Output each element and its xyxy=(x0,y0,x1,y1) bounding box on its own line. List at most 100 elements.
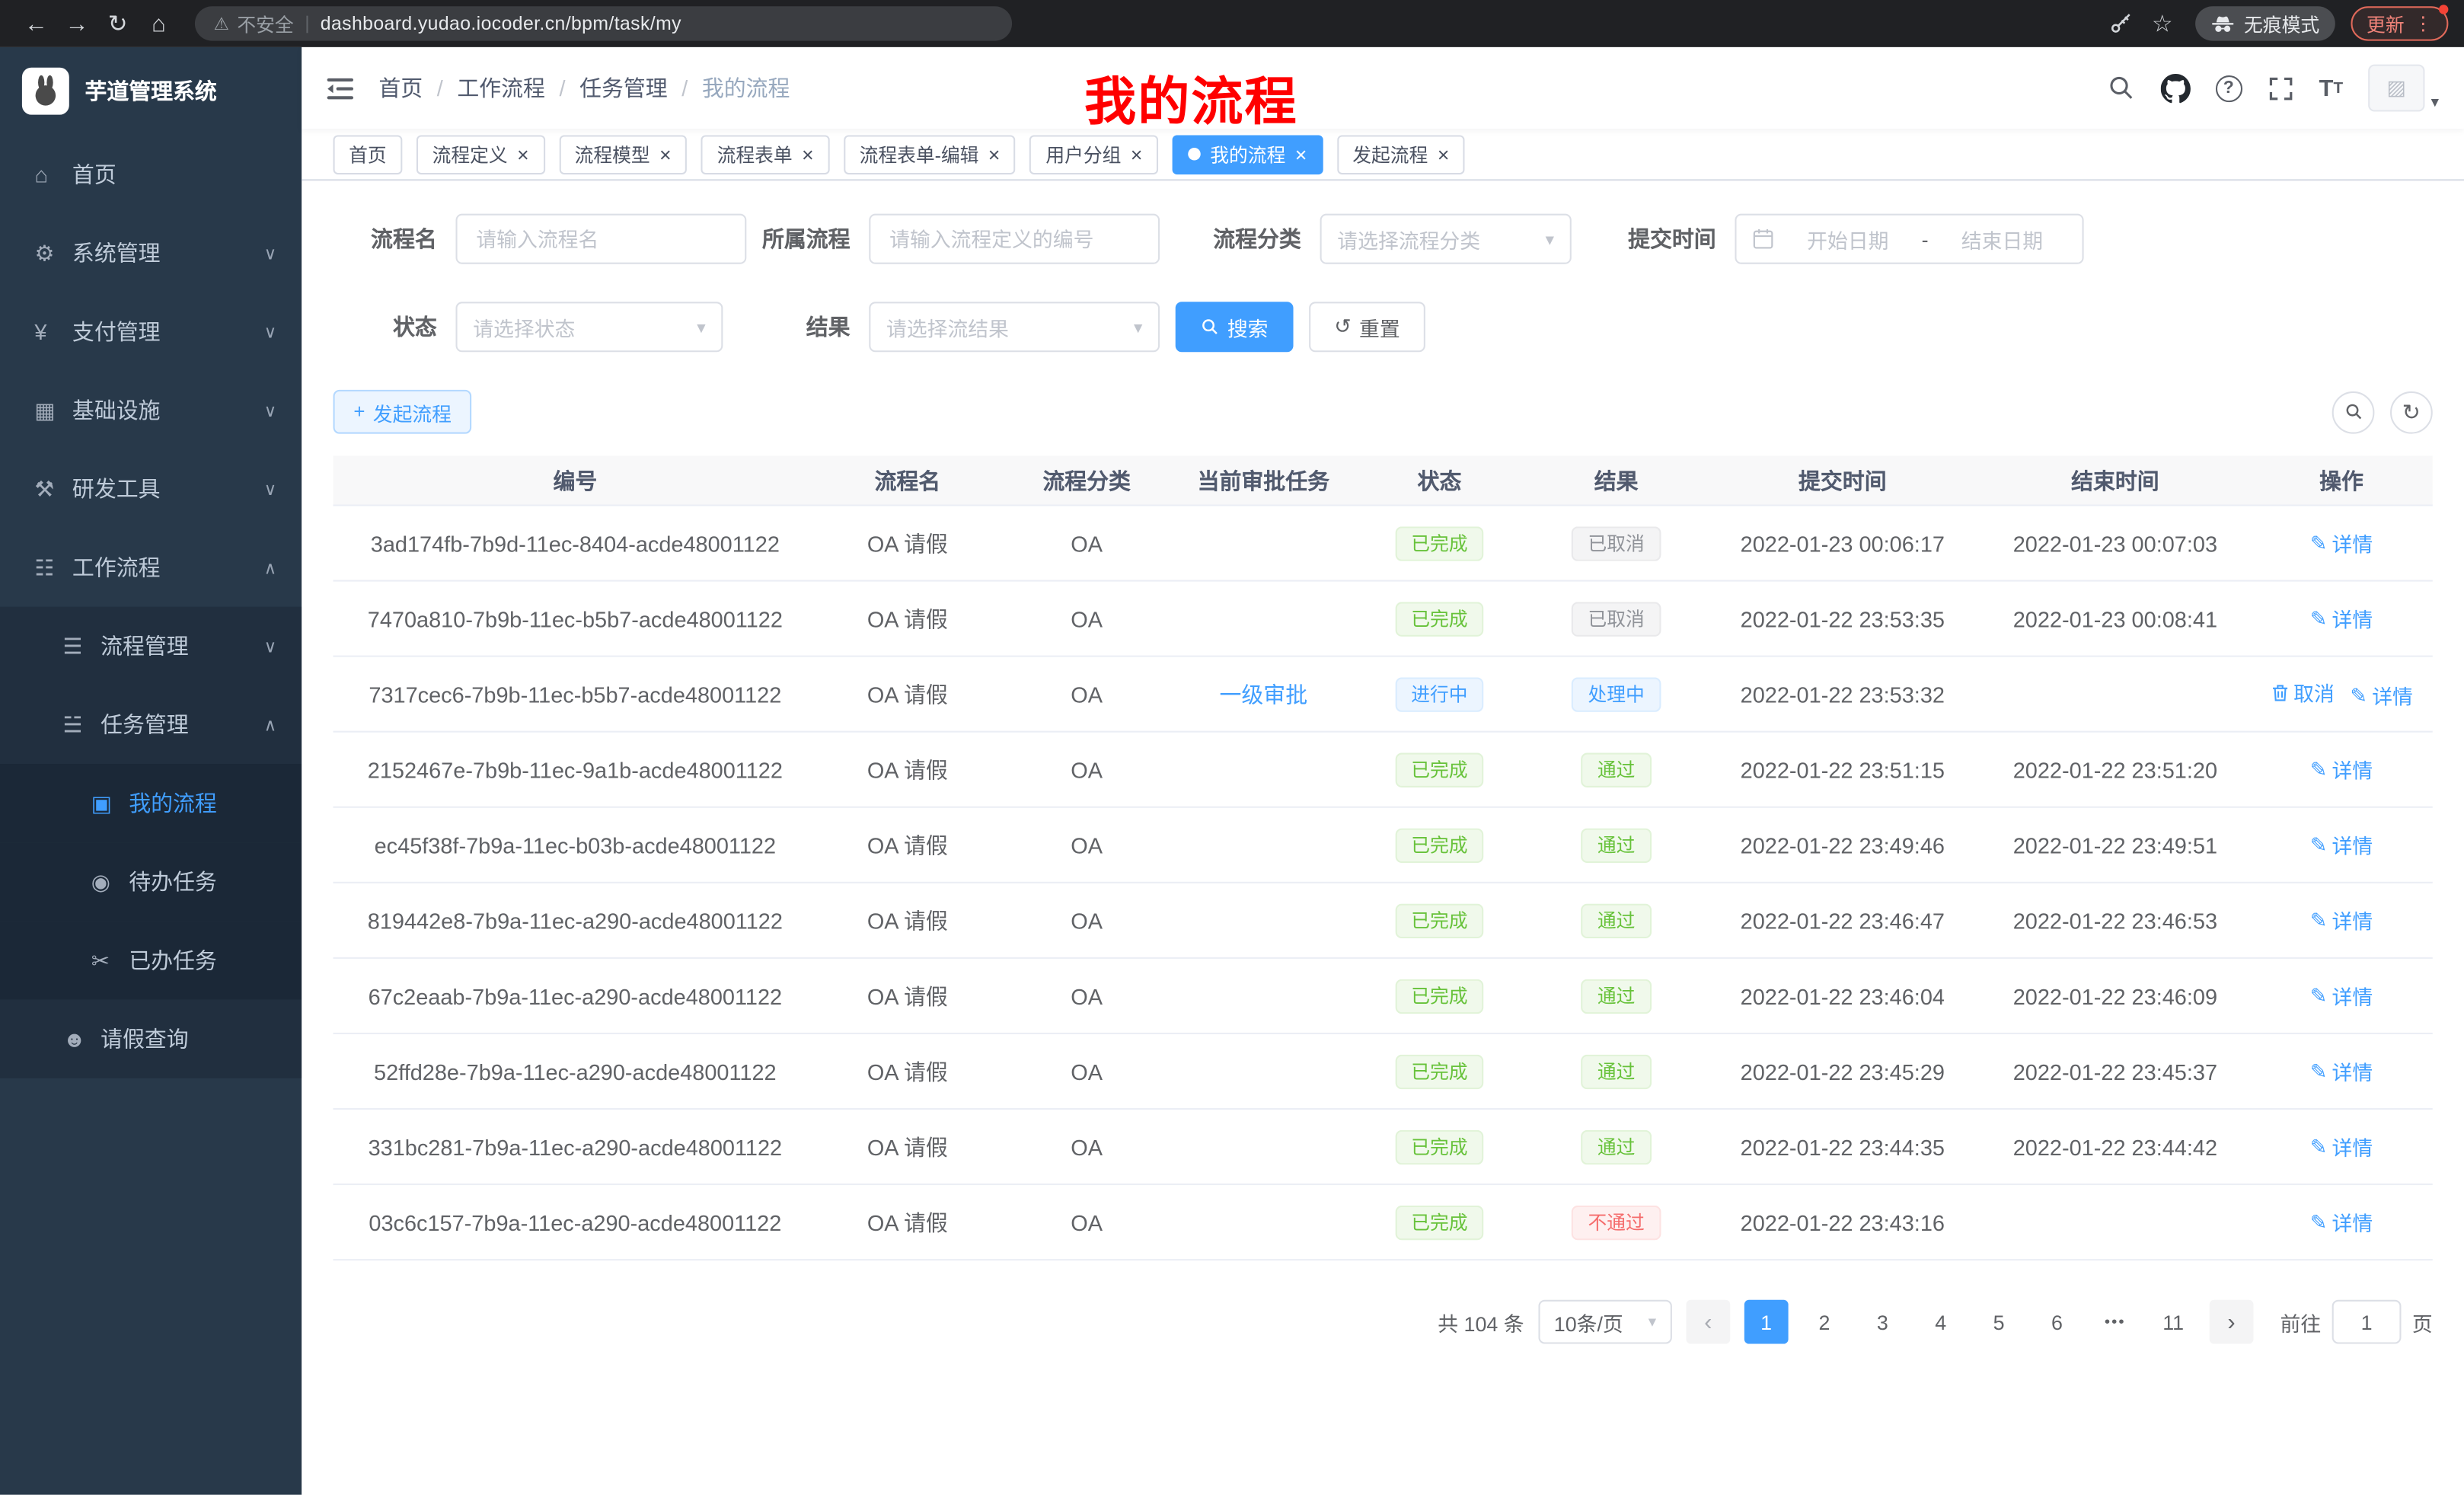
sidebar-item-payment[interactable]: ¥支付管理∨ xyxy=(0,292,302,371)
fullscreen-icon[interactable] xyxy=(2267,75,2293,101)
key-icon[interactable] xyxy=(2101,3,2142,44)
tab-process-definition[interactable]: 流程定义× xyxy=(417,134,544,174)
sidebar-item-system[interactable]: ⚙系统管理∨ xyxy=(0,214,302,292)
cell-category: OA xyxy=(998,757,1176,782)
process-name-input[interactable] xyxy=(456,214,747,264)
breadcrumb-item[interactable]: 工作流程 xyxy=(457,75,545,101)
status-badge: 已完成 xyxy=(1396,752,1484,787)
cell-result: 已取消 xyxy=(1527,601,1705,635)
reset-button[interactable]: ↺ 重置 xyxy=(1309,302,1425,352)
sidebar-item-todo-task[interactable]: ◉待办任务 xyxy=(0,842,302,921)
refresh-button[interactable]: ↻ xyxy=(2390,391,2433,433)
detail-action[interactable]: ✎详情 xyxy=(2310,1132,2373,1161)
browser-home-icon[interactable]: ⌂ xyxy=(139,3,180,44)
sidebar-item-devtools[interactable]: ⚒研发工具∨ xyxy=(0,449,302,528)
detail-action[interactable]: ✎详情 xyxy=(2310,755,2373,784)
tab-process-form-edit[interactable]: 流程表单-编辑 × xyxy=(844,134,1016,174)
goto-page-input[interactable] xyxy=(2332,1300,2402,1344)
page-button-1[interactable]: 1 xyxy=(1744,1300,1789,1344)
date-end-placeholder: 结束日期 xyxy=(1938,224,2067,254)
update-label: 更新 xyxy=(2367,10,2405,37)
cancel-action[interactable]: 取消 xyxy=(2270,677,2335,707)
tab-label: 流程表单-编辑 xyxy=(860,141,979,168)
page-button-11[interactable]: 11 xyxy=(2151,1300,2195,1344)
sidebar-item-infrastructure[interactable]: ▦基础设施∨ xyxy=(0,371,302,449)
tab-label: 首页 xyxy=(349,141,387,168)
github-icon[interactable] xyxy=(2160,73,2190,103)
breadcrumb-item[interactable]: 首页 xyxy=(378,75,423,101)
update-browser-button[interactable]: 更新 ⋮ xyxy=(2351,6,2448,40)
table-row: 3ad174fb-7b9d-11ec-8404-acde48001122OA 请… xyxy=(334,506,2433,582)
search-toggle-button[interactable] xyxy=(2332,391,2375,433)
sidebar-item-home[interactable]: ⌂首页 xyxy=(0,135,302,213)
cell-actions: ✎详情 xyxy=(2250,906,2432,935)
detail-action[interactable]: ✎详情 xyxy=(2310,528,2373,557)
detail-action[interactable]: ✎详情 xyxy=(2310,906,2373,935)
close-tab-icon[interactable]: × xyxy=(517,144,529,165)
page-size-select[interactable]: 10条/页 ▾ xyxy=(1538,1300,1672,1344)
close-tab-icon[interactable]: × xyxy=(1438,144,1450,165)
page-button-3[interactable]: 3 xyxy=(1860,1300,1904,1344)
detail-action[interactable]: ✎详情 xyxy=(2310,981,2373,1011)
reload-icon[interactable]: ↻ xyxy=(97,3,139,44)
next-page-button[interactable]: › xyxy=(2210,1300,2254,1344)
page-button-2[interactable]: 2 xyxy=(1802,1300,1846,1344)
tab-process-model[interactable]: 流程模型× xyxy=(559,134,687,174)
create-process-button[interactable]: + 发起流程 xyxy=(334,390,472,434)
sidebar-item-process-manage[interactable]: ☰流程管理∨ xyxy=(0,607,302,685)
forward-icon[interactable]: → xyxy=(56,3,97,44)
app-logo-row[interactable]: 芋道管理系统 xyxy=(0,47,302,136)
breadcrumb-item[interactable]: 任务管理 xyxy=(579,75,668,101)
close-tab-icon[interactable]: × xyxy=(1131,144,1143,165)
filter-result: 结果 请选择流结果 ▾ xyxy=(762,302,1160,352)
tab-user-group[interactable]: 用户分组× xyxy=(1030,134,1158,174)
sidebar-item-task-manage[interactable]: ☱任务管理∧ xyxy=(0,685,302,764)
sidebar-item-done-task[interactable]: ✂已办任务 xyxy=(0,921,302,999)
tab-start-process[interactable]: 发起流程× xyxy=(1337,134,1465,174)
back-icon[interactable]: ← xyxy=(16,3,57,44)
detail-action[interactable]: ✎详情 xyxy=(2310,830,2373,860)
close-tab-icon[interactable]: × xyxy=(988,144,1001,165)
table-row: 7317cec6-7b9b-11ec-b5b7-acde48001122OA 请… xyxy=(334,657,2433,733)
bookmark-star-icon[interactable]: ☆ xyxy=(2142,3,2183,44)
menu-dots-icon[interactable]: ⋮ xyxy=(2414,13,2433,35)
process-definition-input[interactable] xyxy=(869,214,1160,264)
close-tab-icon[interactable]: × xyxy=(1295,144,1307,165)
help-icon[interactable]: ? xyxy=(2215,75,2242,101)
detail-action[interactable]: ✎详情 xyxy=(2310,1056,2373,1086)
sidebar-item-workflow[interactable]: ☷工作流程∧ xyxy=(0,528,302,606)
detail-action[interactable]: ✎详情 xyxy=(2310,603,2373,633)
prev-page-button[interactable]: ‹ xyxy=(1686,1300,1730,1344)
task-link[interactable]: 一级审批 xyxy=(1220,679,1308,710)
page-button-4[interactable]: 4 xyxy=(1919,1300,1963,1344)
tab-my-process[interactable]: 我的流程× xyxy=(1173,134,1323,174)
workflow-icon: ☷ xyxy=(34,554,72,580)
detail-action[interactable]: ✎详情 xyxy=(2310,1207,2373,1237)
detail-action[interactable]: ✎详情 xyxy=(2351,681,2413,711)
close-tab-icon[interactable]: × xyxy=(659,144,672,165)
column-header: 操作 xyxy=(2250,465,2432,496)
table-tools: ↻ xyxy=(2332,391,2433,433)
more-pages[interactable]: ••• xyxy=(2093,1300,2137,1344)
sidebar-toggle-icon[interactable] xyxy=(327,76,353,100)
address-bar[interactable]: ⚠ 不安全 dashboard.yudao.iocoder.cn/bpm/tas… xyxy=(195,6,1012,40)
sidebar-item-my-process[interactable]: ▣我的流程 xyxy=(0,764,302,842)
tab-process-form[interactable]: 流程表单× xyxy=(701,134,829,174)
search-icon[interactable] xyxy=(2107,74,2135,102)
sidebar-item-label: 系统管理 xyxy=(72,238,161,269)
page-button-5[interactable]: 5 xyxy=(1977,1300,2021,1344)
status-select[interactable]: 请选择状态 ▾ xyxy=(456,302,723,352)
user-avatar[interactable]: ▨ ▾ xyxy=(2368,65,2439,112)
cell-id: 331bc281-7b9a-11ec-a290-acde48001122 xyxy=(334,1134,818,1159)
search-button[interactable]: 搜索 xyxy=(1176,302,1294,352)
sidebar-item-leave-query[interactable]: ☻请假查询 xyxy=(0,1000,302,1078)
close-tab-icon[interactable]: × xyxy=(802,144,814,165)
tab-home[interactable]: 首页 xyxy=(334,134,403,174)
font-size-icon[interactable]: TT xyxy=(2319,75,2344,101)
edit-icon: ✎ xyxy=(2310,983,2328,1008)
status-badge: 已完成 xyxy=(1396,903,1484,938)
date-range-picker[interactable]: 开始日期 - 结束日期 xyxy=(1735,214,2083,264)
category-select[interactable]: 请选择流程分类 ▾ xyxy=(1320,214,1572,264)
result-select[interactable]: 请选择流结果 ▾ xyxy=(869,302,1160,352)
page-button-6[interactable]: 6 xyxy=(2035,1300,2079,1344)
